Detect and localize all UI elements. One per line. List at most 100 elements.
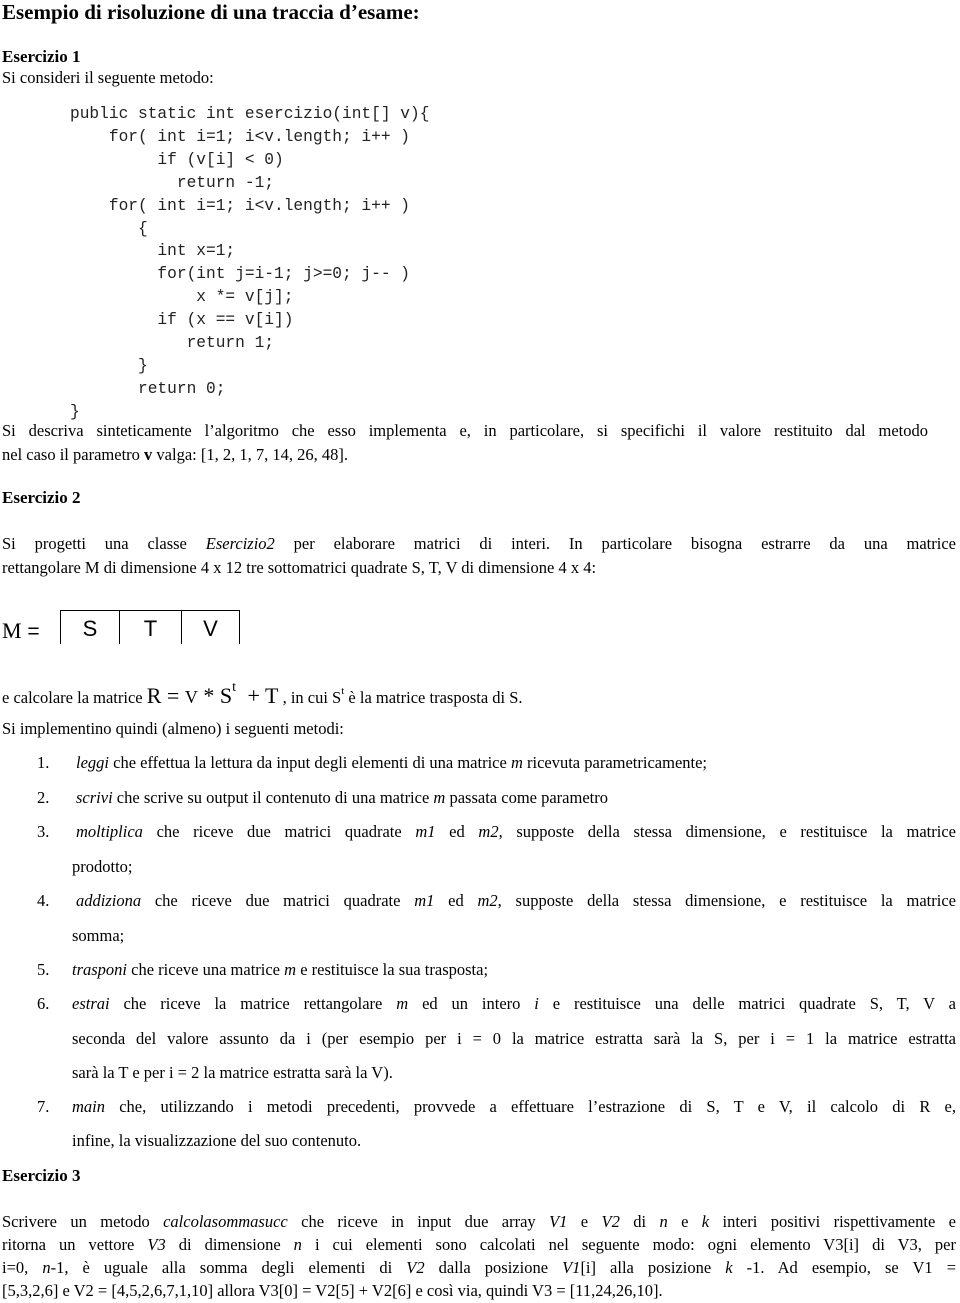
formula-transpose: t <box>232 680 236 695</box>
list-item: main che, utilizzando i metodi precedent… <box>72 1097 956 1117</box>
text: -1. Ad esempio, se V1 = <box>732 1258 957 1277</box>
text: e restituisce la sua trasposta; <box>296 960 489 979</box>
code-line: { <box>70 219 148 238</box>
method-name: estrai <box>72 994 110 1013</box>
text: ed <box>435 822 479 841</box>
method-name: trasponi <box>72 960 128 979</box>
list-item-continuation: prodotto; <box>72 857 133 876</box>
method-name: addiziona <box>76 891 142 910</box>
var: n <box>42 1258 51 1277</box>
text: , supposte della stessa dimensione, e re… <box>498 822 956 841</box>
text: valga: [1, 2, 1, 7, 14, 26, 48]. <box>152 445 348 464</box>
exercise-2-heading: Esercizio 2 <box>2 488 81 507</box>
formula-plus-t: + T <box>241 683 279 708</box>
text: che effettua la lettura da input degli e… <box>109 753 511 772</box>
text: , in cui S <box>278 688 342 707</box>
text: ricevuta parametricamente; <box>522 753 708 772</box>
var: m <box>284 960 297 979</box>
list-number: 5. <box>37 960 50 979</box>
text: che riceve una matrice <box>127 960 285 979</box>
var: n <box>293 1235 302 1254</box>
code-line: for( int i=1; i<v.length; i++ ) <box>70 127 410 146</box>
methods-intro: Si implementino quindi (almeno) i seguen… <box>2 719 344 738</box>
text: e restituisce una delle matrici quadrate… <box>538 994 957 1013</box>
class-name: Esercizio2 <box>205 534 275 553</box>
exercise-3-line-4: [5,3,2,6] e V2 = [4,5,2,6,7,1,10] allora… <box>2 1281 663 1300</box>
text: ed un intero <box>408 994 535 1013</box>
exercise-1-intro: Si consideri il seguente metodo: <box>2 68 214 87</box>
method-name: leggi <box>76 753 109 772</box>
list-number: 2. <box>37 788 50 807</box>
page-title: Esempio di risoluzione di una traccia d’… <box>2 0 420 24</box>
var: k <box>725 1258 733 1277</box>
text: che riceve in input due array <box>287 1212 550 1231</box>
list-number: 3. <box>37 822 50 841</box>
var: V3 <box>147 1235 166 1254</box>
var: m <box>510 753 523 772</box>
code-line: for( int i=1; i<v.length; i++ ) <box>70 196 410 215</box>
exercise-3-line-2: ritorna un vettore V3 di dimensione n i … <box>2 1235 956 1255</box>
matrix-cell-t: T <box>119 610 181 644</box>
var: m2 <box>477 891 498 910</box>
var: n <box>659 1212 668 1231</box>
text: i cui elementi sono calcolati nel seguen… <box>301 1235 957 1254</box>
text: [i] alla posizione <box>580 1258 726 1277</box>
matrix-cell-s: S <box>60 610 119 644</box>
formula-star: * <box>197 683 220 708</box>
list-item: addiziona che riceve due matrici quadrat… <box>76 891 956 911</box>
method-name: scrivi <box>76 788 113 807</box>
exercise-2-paragraph-line-1: Si progetti una classe Esercizio2 per el… <box>2 534 956 554</box>
list-item-continuation: somma; <box>72 926 125 945</box>
text: i=0, <box>2 1258 43 1277</box>
text: che riceve due matrici quadrate <box>142 822 416 841</box>
list-item-continuation: seconda del valore assunto da i (per ese… <box>72 1029 956 1048</box>
text: Scrivere un metodo <box>2 1212 164 1231</box>
code-line: if (x == v[i]) <box>70 311 294 330</box>
code-line: return 1; <box>70 334 274 353</box>
matrix-m: M <box>2 618 22 643</box>
formula-r: R <box>146 683 162 708</box>
exercise-1-question-line-1: Si descriva sinteticamente l’algoritmo c… <box>2 421 928 440</box>
text: e <box>567 1212 602 1231</box>
code-line: } <box>70 402 80 421</box>
code-line: } <box>70 356 148 375</box>
text: che, utilizzando i metodi precedenti, pr… <box>105 1097 956 1116</box>
text: -1, è uguale alla somma degli elementi d… <box>50 1258 407 1277</box>
code-line: return 0; <box>70 379 226 398</box>
list-item: trasponi che riceve una matrice m e rest… <box>72 960 488 980</box>
var: V1 <box>562 1258 581 1277</box>
formula-v: V <box>184 687 198 707</box>
exercise-2-paragraph-line-2: rettangolare M di dimensione 4 x 12 tre … <box>2 558 597 577</box>
text: e calcolare la matrice <box>2 688 147 707</box>
matrix-label: M = <box>2 618 40 644</box>
matrix-cell-v: V <box>181 610 240 644</box>
list-number: 7. <box>37 1097 50 1116</box>
text: di dimensione <box>165 1235 294 1254</box>
text: , supposte della stessa dimensione, e re… <box>497 891 956 910</box>
var: V2 <box>406 1258 425 1277</box>
exercise-3-heading: Esercizio 3 <box>2 1166 81 1185</box>
code-line: for(int j=i-1; j>=0; j-- ) <box>70 265 410 284</box>
code-line: public static int esercizio(int[] v){ <box>70 105 430 123</box>
var: m1 <box>415 822 436 841</box>
var: m2 <box>478 822 499 841</box>
text: ritorna un vettore <box>2 1235 148 1254</box>
list-item: scrivi che scrive su output il contenuto… <box>76 788 608 808</box>
formula-eq: = <box>161 683 185 708</box>
code-line: x *= v[j]; <box>70 288 294 307</box>
var: V2 <box>601 1212 620 1231</box>
code-line: if (v[i] < 0) <box>70 150 284 169</box>
exercise-3-line-1: Scrivere un metodo calcolasommasucc che … <box>2 1212 956 1232</box>
text: che scrive su output il contenuto di una… <box>112 788 434 807</box>
method-name: main <box>72 1097 105 1116</box>
exercise-3-line-3: i=0, n-1, è uguale alla somma degli elem… <box>2 1258 956 1278</box>
text: di <box>619 1212 660 1231</box>
text: ed <box>434 891 478 910</box>
text: che riceve due matrici quadrate <box>141 891 415 910</box>
formula-line: e calcolare la matrice R = V * St + T , … <box>2 680 523 709</box>
list-number: 1. <box>37 753 50 772</box>
text: interi positivi rispettivamente e <box>709 1212 956 1231</box>
text: Si progetti una classe <box>2 534 206 553</box>
equals: = <box>21 620 40 643</box>
text: per elaborare matrici di interi. In part… <box>274 534 956 553</box>
